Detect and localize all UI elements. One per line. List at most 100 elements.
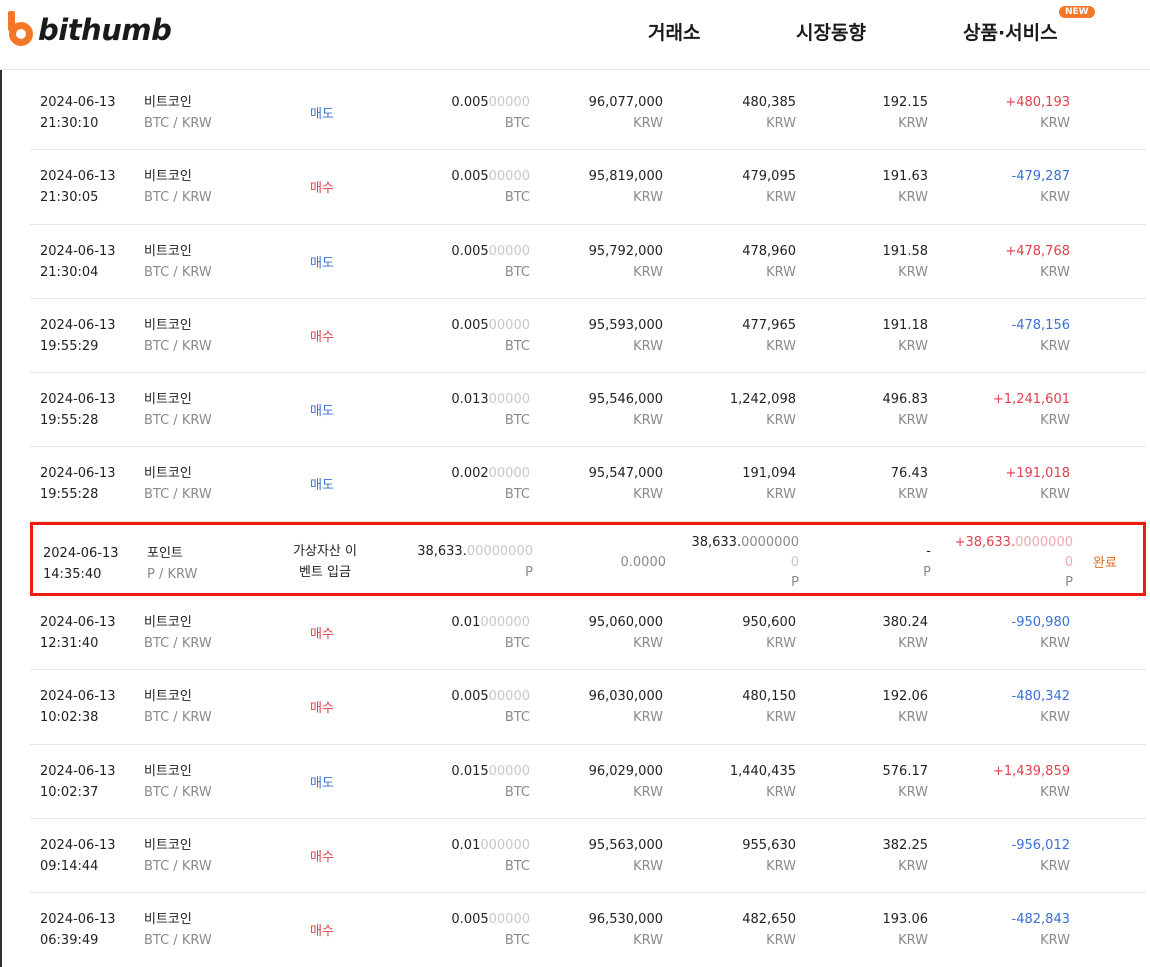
site-header: bithumb 거래소 시장동향 상품·서비스 NEW	[0, 0, 1150, 70]
trade-date: 2024-06-13	[40, 95, 116, 110]
trade-time: 19:55:28	[40, 413, 99, 429]
trade-datetime: 2024-06-13 14:35:40	[43, 543, 119, 585]
table-row[interactable]: 2024-06-13 09:14:44 비트코인 BTC / KRW 매수 0.…	[30, 819, 1146, 894]
settlement-cell: +191,018 KRW	[930, 463, 1070, 505]
fee-unit: KRW	[898, 338, 928, 354]
table-row[interactable]: 2024-06-13 10:02:38 비트코인 BTC / KRW 매수 0.…	[30, 670, 1146, 745]
trade-type-line2: 벤트 입금	[299, 564, 351, 580]
asset-cell: 비트코인 BTC / KRW	[144, 241, 212, 283]
trade-type: 매도	[310, 404, 334, 420]
nav-market-trends[interactable]: 시장동향	[796, 18, 866, 45]
quantity-decimals: 00000	[488, 392, 530, 408]
fee-value: 191.58	[882, 243, 929, 259]
quantity-unit: BTC	[504, 190, 530, 206]
settlement-unit: KRW	[1040, 190, 1070, 206]
trade-time: 12:31:40	[40, 636, 99, 652]
trade-type: 매수	[310, 329, 334, 345]
settlement-main: +38,633.	[954, 534, 1016, 550]
asset-cell: 비트코인 BTC / KRW	[144, 612, 212, 654]
amount-decimals-wrap: 0	[790, 554, 799, 570]
fee-unit: KRW	[898, 116, 928, 131]
settlement-cell: +480,193 KRW	[930, 92, 1070, 134]
trade-date: 2024-06-13	[43, 545, 119, 561]
amount-cell: 1,440,435 KRW	[670, 761, 796, 803]
settlement-value: -479,287	[1011, 169, 1070, 185]
quantity-decimals: 000000	[480, 615, 530, 631]
price-unit: KRW	[633, 190, 663, 206]
fee-unit: KRW	[898, 784, 928, 800]
price-value: 96,030,000	[588, 689, 663, 705]
window-left-edge	[0, 0, 2, 967]
asset-name: 비트코인	[144, 763, 192, 779]
trade-time: 06:39:49	[40, 933, 99, 949]
trade-type: 매도	[310, 775, 334, 791]
settlement-unit: KRW	[1040, 710, 1070, 726]
table-row[interactable]: 2024-06-13 12:31:40 비트코인 BTC / KRW 매수 0.…	[30, 596, 1146, 671]
asset-name: 비트코인	[144, 169, 192, 185]
fee-value: 193.06	[882, 912, 929, 928]
quantity-decimals: 00000	[488, 243, 530, 259]
trade-type: 매수	[310, 924, 334, 940]
trade-type: 가상자산 이 벤트 입금	[253, 541, 397, 583]
settlement-unit: P	[1065, 574, 1073, 590]
trade-date: 2024-06-13	[40, 169, 116, 185]
asset-pair: BTC / KRW	[144, 264, 212, 280]
fee-unit: KRW	[898, 710, 928, 726]
trade-time: 10:02:38	[40, 710, 99, 726]
price-cell: 96,077,000 KRW	[540, 92, 663, 134]
fee-value: -	[926, 543, 931, 559]
table-row[interactable]: 2024-06-13 19:55:29 비트코인 BTC / KRW 매수 0.…	[30, 299, 1146, 374]
table-row[interactable]: 2024-06-13 06:39:49 비트코인 BTC / KRW 매수 0.…	[30, 893, 1146, 967]
table-row[interactable]: 2024-06-13 21:30:10 비트코인 BTC / KRW 매도 0.…	[30, 76, 1146, 151]
amount-value: 1,242,098	[729, 392, 796, 408]
transaction-history-table: 2024-06-13 21:30:10 비트코인 BTC / KRW 매도 0.…	[30, 76, 1146, 967]
trade-type-line1: 가상자산 이	[293, 543, 357, 559]
asset-name: 비트코인	[144, 615, 192, 631]
nav-exchange[interactable]: 거래소	[648, 18, 700, 45]
trade-date: 2024-06-13	[40, 763, 116, 779]
table-row[interactable]: 2024-06-13 19:55:28 비트코인 BTC / KRW 매도 0.…	[30, 447, 1146, 522]
trade-datetime: 2024-06-13 12:31:40	[40, 612, 116, 654]
price-value: 95,563,000	[588, 837, 663, 853]
asset-pair: BTC / KRW	[144, 710, 212, 726]
fee-cell: 496.83 KRW	[810, 389, 929, 431]
settlement-unit: KRW	[1040, 487, 1070, 503]
quantity-unit: P	[525, 564, 533, 580]
table-row[interactable]: 2024-06-13 21:30:05 비트코인 BTC / KRW 매수 0.…	[30, 150, 1146, 225]
amount-cell: 482,650 KRW	[670, 909, 796, 951]
trade-type: 매수	[310, 701, 334, 717]
table-row[interactable]: 2024-06-13 21:30:04 비트코인 BTC / KRW 매도 0.…	[30, 225, 1146, 299]
settlement-cell: +38,633.0000000 0 P	[933, 533, 1073, 593]
trade-datetime: 2024-06-13 10:02:37	[40, 761, 116, 803]
quantity-main: 0.01	[451, 615, 481, 631]
trade-time: 14:35:40	[43, 566, 102, 582]
nav-products-services[interactable]: 상품·서비스	[963, 18, 1058, 45]
table-row[interactable]: 2024-06-13 19:55:28 비트코인 BTC / KRW 매도 0.…	[30, 373, 1146, 448]
price-value: 0.0000	[620, 554, 667, 570]
settlement-value: -950,980	[1011, 615, 1070, 631]
amount-unit: P	[791, 574, 799, 590]
quantity-main: 0.005	[451, 169, 489, 185]
trade-date: 2024-06-13	[40, 392, 116, 408]
quantity-decimals: 00000	[488, 466, 530, 482]
trade-time: 21:30:05	[40, 190, 99, 206]
amount-value: 478,960	[742, 243, 796, 259]
table-row[interactable]: 2024-06-13 10:02:37 비트코인 BTC / KRW 매도 0.…	[30, 745, 1146, 819]
settlement-unit: KRW	[1040, 264, 1070, 280]
settlement-unit: KRW	[1040, 338, 1070, 354]
price-cell: 95,547,000 KRW	[540, 463, 663, 505]
bithumb-logo[interactable]: bithumb	[4, 10, 172, 50]
quantity-decimals: 00000	[488, 95, 530, 110]
amount-unit: KRW	[766, 338, 796, 354]
price-cell: 96,530,000 KRW	[540, 909, 663, 951]
settlement-decimals-wrap: 0	[1064, 554, 1073, 570]
fee-cell: 380.24 KRW	[810, 612, 929, 654]
trade-date: 2024-06-13	[40, 466, 116, 482]
settlement-cell: -950,980 KRW	[930, 612, 1070, 654]
quantity-cell: 0.00500000 BTC	[390, 241, 530, 283]
asset-pair: P / KRW	[147, 566, 198, 582]
trade-datetime: 2024-06-13 06:39:49	[40, 909, 116, 951]
table-row-event-highlighted[interactable]: 2024-06-13 14:35:40 포인트 P / KRW 가상자산 이 벤…	[30, 521, 1146, 597]
settlement-cell: -482,843 KRW	[930, 909, 1070, 951]
trade-time: 21:30:10	[40, 116, 99, 131]
